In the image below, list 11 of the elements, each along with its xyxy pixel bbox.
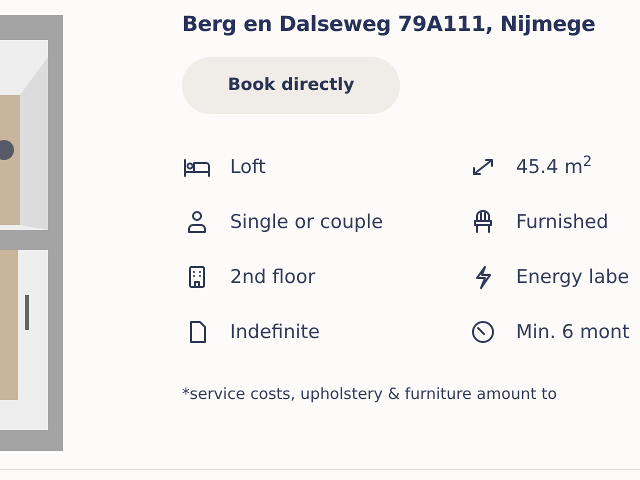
feature-text: 45.4 m$^{2}$ — [516, 152, 592, 180]
feature-text: Loft — [230, 154, 266, 180]
feature-text: Min. 6 mont — [516, 320, 630, 345]
feature-text: Indefinite — [230, 320, 320, 345]
book-button[interactable]: Book directly — [182, 57, 400, 114]
feature-text: Furnished — [516, 210, 608, 235]
feature-text: Single or couple — [230, 210, 384, 235]
address-title: Berg en Dalseweg 79A111, Nijmege — [182, 12, 596, 38]
footnote: *service costs, upholstery & furniture amount to — [182, 384, 558, 406]
feature-text: Energy labe — [516, 264, 630, 290]
feature-text: 2nd floor — [230, 264, 316, 290]
